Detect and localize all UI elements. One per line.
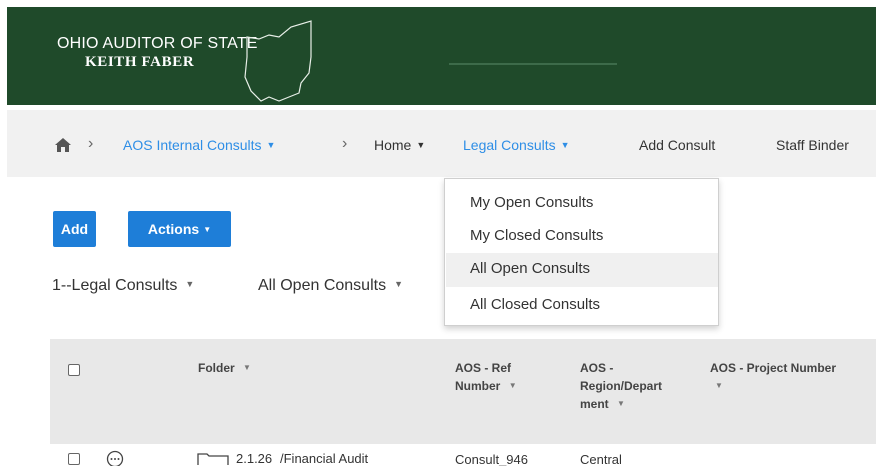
auditor-name: KEITH FABER	[85, 54, 195, 70]
chevron-down-icon: ▼	[508, 381, 517, 390]
menu-item-all-closed-consults[interactable]: All Closed Consults	[470, 296, 600, 313]
actions-button-label: Actions	[147, 221, 200, 237]
folder-number: 2.1.26	[236, 451, 273, 466]
chevron-down-icon: ▼	[266, 140, 276, 150]
chevron-down-icon: ▼	[617, 399, 625, 408]
site-header: OHIO AUDITOR OF STATE KEITH FABER	[7, 7, 876, 105]
folder-icon	[197, 453, 229, 465]
column-header-ref-number[interactable]: AOS - Ref Number ▼	[455, 359, 517, 395]
view-filter-label: All Open Consults	[258, 277, 387, 294]
chevron-right-icon: ›	[88, 135, 94, 152]
row-checkbox[interactable]	[68, 453, 80, 465]
ref-number-cell: Consult_946	[455, 452, 528, 466]
chevron-down-icon: ▼	[394, 279, 403, 289]
breadcrumb-bar: › AOS Internal Consults ▼ › Home ▼ Legal C…	[7, 110, 876, 177]
nav-legal-consults[interactable]: Legal Consults ▼	[463, 137, 570, 153]
active-tab-indicator	[449, 63, 617, 65]
menu-item-all-open-consults[interactable]: All Open Consults	[470, 260, 590, 277]
nav-add-consult[interactable]: Add Consult	[639, 137, 715, 153]
org-title: OHIO AUDITOR OF STATE	[57, 35, 258, 52]
chevron-down-icon: ▼	[185, 279, 195, 289]
column-header-region[interactable]: AOS - Region/Depart ment ▼	[580, 359, 662, 413]
library-filter-label: 1--Legal Consults	[52, 277, 178, 294]
chevron-down-icon: ▼	[715, 381, 723, 390]
chevron-down-icon: ▼	[416, 140, 426, 150]
region-cell: Central	[580, 452, 622, 466]
select-all-checkbox[interactable]	[68, 364, 80, 376]
library-filter[interactable]: 1--Legal Consults ▼	[52, 277, 194, 295]
chevron-down-icon: ▼	[560, 140, 570, 150]
table-header: Folder ▼ AOS - Ref Number ▼ AOS - Region…	[50, 339, 876, 444]
view-filter[interactable]: All Open Consults ▼	[258, 277, 403, 295]
menu-item-my-closed-consults[interactable]: My Closed Consults	[470, 227, 603, 244]
add-button[interactable]: Add	[53, 211, 96, 247]
column-header-project-number[interactable]: AOS - Project Number ▼	[710, 359, 836, 395]
breadcrumb-site-link[interactable]: AOS Internal Consults ▼	[123, 137, 275, 153]
home-icon[interactable]	[54, 137, 72, 153]
auditor-logo[interactable]: OHIO AUDITOR OF STATE KEITH FABER	[57, 35, 258, 71]
actions-button[interactable]: Actions ▼	[128, 211, 231, 247]
nav-staff-binder[interactable]: Staff Binder	[776, 137, 849, 153]
chevron-down-icon: ▼	[243, 363, 251, 372]
ohio-state-outline-icon	[244, 20, 312, 102]
chevron-right-icon: ›	[342, 135, 348, 152]
nav-home[interactable]: Home ▼	[374, 137, 425, 153]
legal-consults-dropdown: My Open Consults My Closed Consults All …	[444, 178, 719, 326]
chevron-down-icon: ▼	[203, 224, 212, 234]
menu-item-my-open-consults[interactable]: My Open Consults	[470, 194, 593, 211]
more-options-icon[interactable]	[106, 450, 124, 466]
add-button-label: Add	[60, 221, 89, 237]
column-header-folder[interactable]: Folder ▼	[198, 359, 251, 377]
folder-link[interactable]: /Financial Audit	[280, 451, 368, 466]
